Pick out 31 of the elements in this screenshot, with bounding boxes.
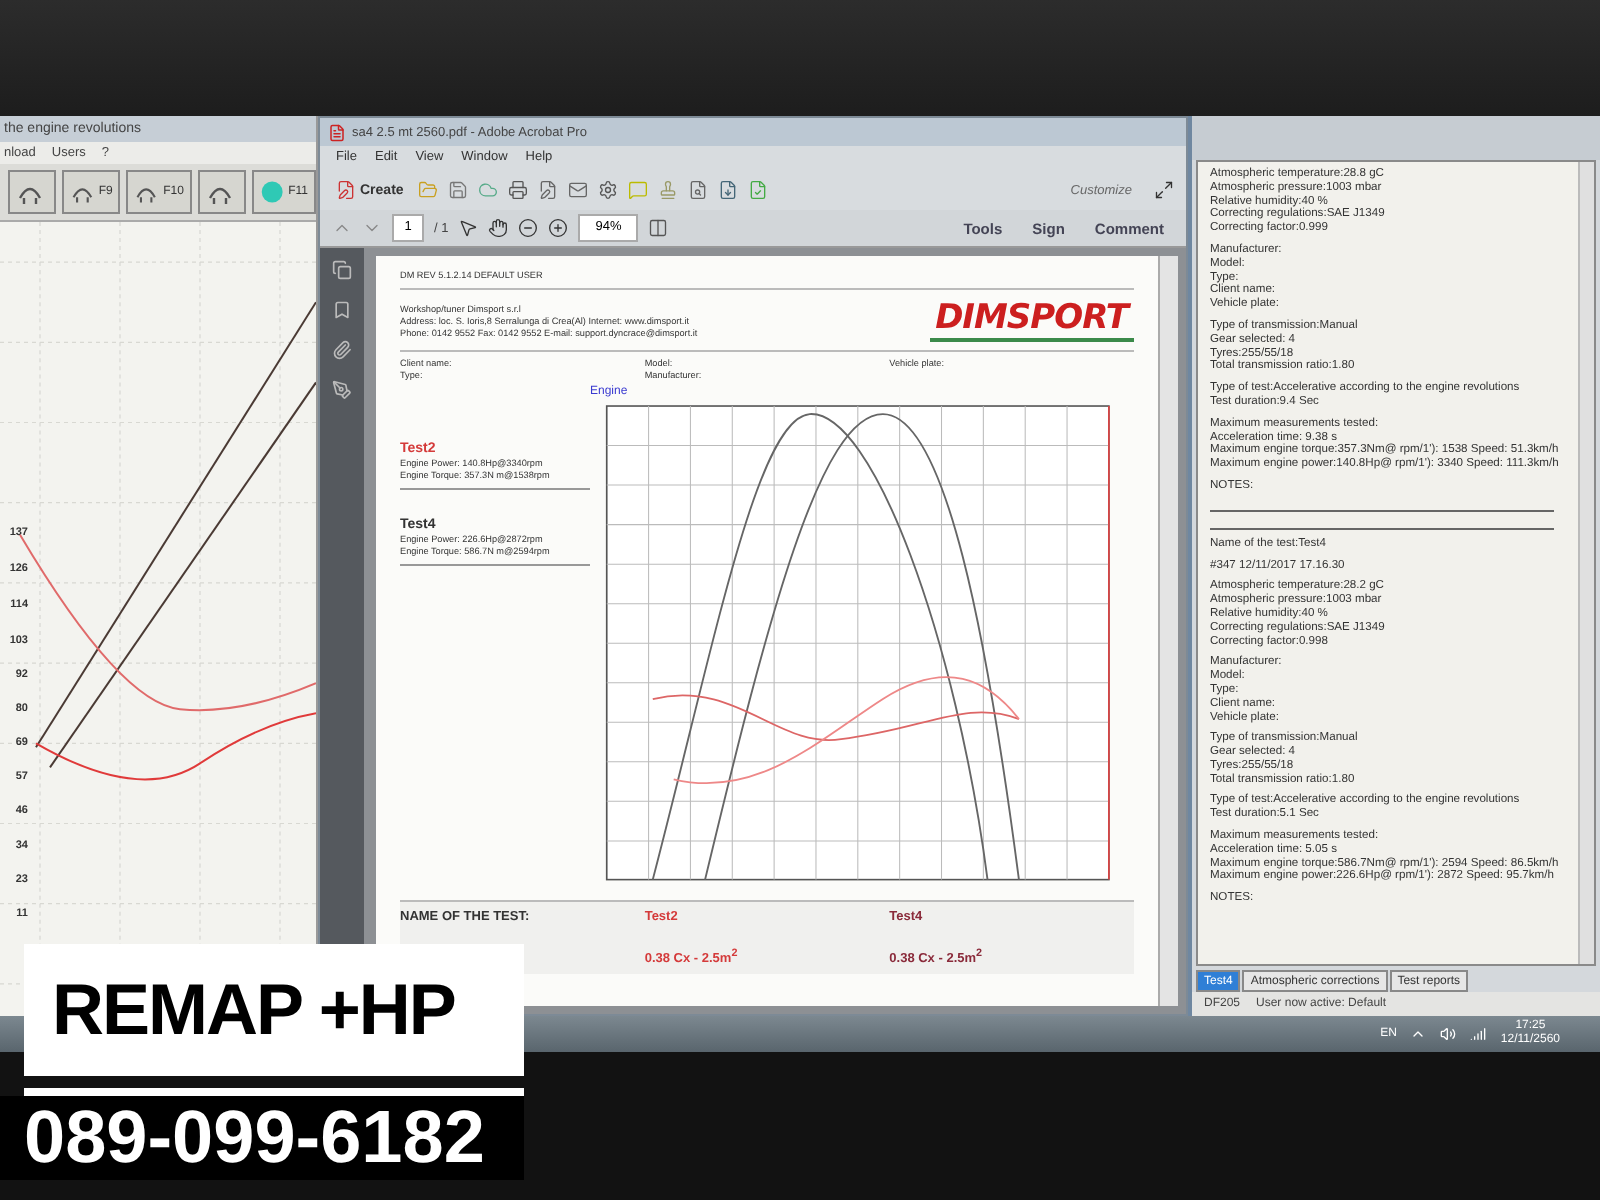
document-icon[interactable] bbox=[717, 180, 738, 200]
mail-icon[interactable] bbox=[567, 180, 588, 200]
create-icon bbox=[336, 180, 356, 200]
document-icon[interactable] bbox=[687, 180, 708, 200]
edit-icon[interactable] bbox=[537, 180, 558, 200]
tool-icon bbox=[259, 178, 285, 206]
pages-icon[interactable] bbox=[332, 260, 352, 280]
logo: DIMSPORT bbox=[929, 298, 1134, 342]
phone-number: 089-099-6182 bbox=[0, 1096, 524, 1180]
toolbar-button[interactable] bbox=[197, 170, 246, 214]
speaker-icon[interactable] bbox=[1440, 1026, 1457, 1042]
zoom-in-icon[interactable] bbox=[548, 218, 569, 238]
toolbar-button[interactable] bbox=[8, 170, 56, 214]
settings-icon[interactable] bbox=[597, 180, 618, 200]
save-icon[interactable] bbox=[447, 180, 468, 200]
expand-icon[interactable] bbox=[1154, 180, 1174, 200]
page-layout-icon[interactable] bbox=[648, 218, 669, 238]
scrollbar[interactable] bbox=[1578, 162, 1594, 964]
pointer-icon[interactable] bbox=[458, 218, 479, 238]
pen-icon[interactable] bbox=[332, 380, 352, 400]
signal-icon[interactable] bbox=[1470, 1026, 1487, 1042]
document-icon[interactable] bbox=[747, 180, 768, 200]
paperclip-icon[interactable] bbox=[332, 340, 352, 360]
promo-headline: REMAP +HP bbox=[24, 944, 524, 1076]
hand-icon[interactable] bbox=[488, 218, 509, 238]
zoom-out-icon[interactable] bbox=[518, 218, 539, 238]
stamp-icon[interactable] bbox=[657, 180, 678, 200]
print-icon[interactable] bbox=[507, 180, 528, 200]
scrollbar[interactable] bbox=[1158, 256, 1178, 1006]
pdf-icon bbox=[328, 123, 346, 141]
bookmark-icon[interactable] bbox=[332, 300, 352, 320]
